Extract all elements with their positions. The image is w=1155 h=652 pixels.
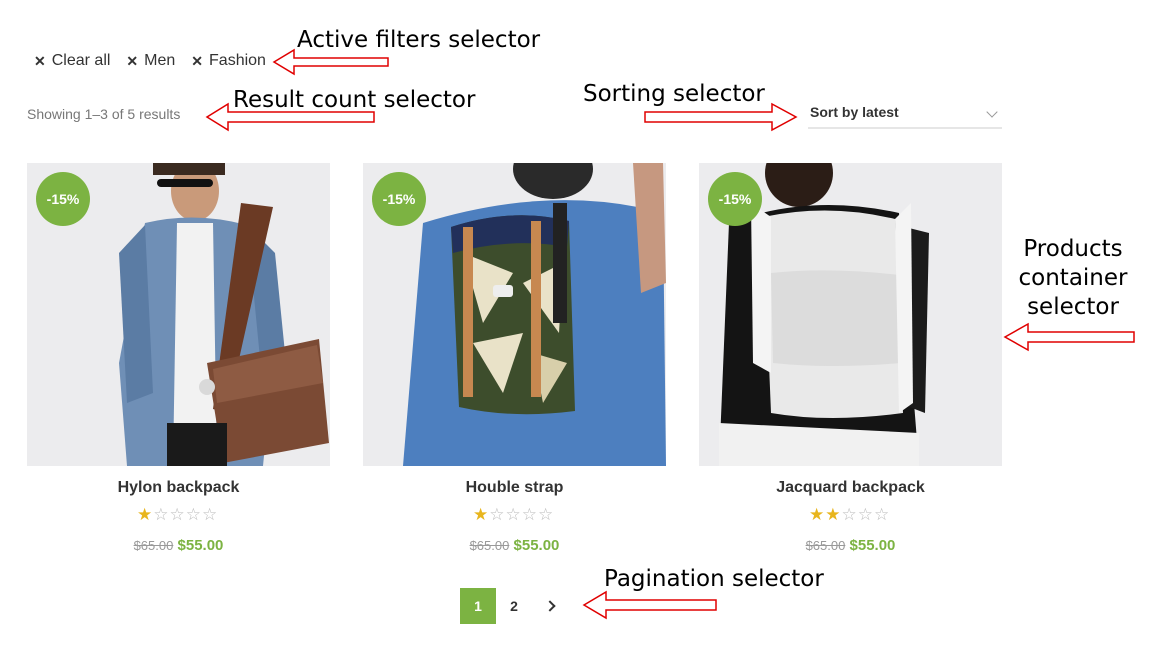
sale-badge: -15% bbox=[372, 172, 426, 226]
sale-badge: -15% bbox=[708, 172, 762, 226]
left-arrow-icon bbox=[205, 102, 375, 132]
right-arrow-icon bbox=[644, 102, 798, 132]
left-arrow-icon bbox=[582, 590, 717, 620]
left-arrow-icon bbox=[1003, 322, 1135, 352]
annotation-arrows bbox=[205, 48, 1135, 620]
sale-badge: -15% bbox=[36, 172, 90, 226]
left-arrow-icon bbox=[272, 48, 389, 76]
